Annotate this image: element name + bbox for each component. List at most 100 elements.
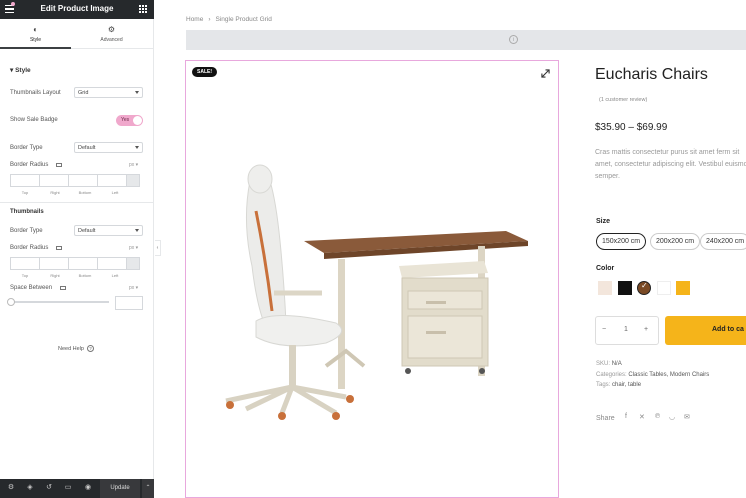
space-between-unit[interactable]: px ▾ [129,285,138,291]
settings-icon[interactable]: ⚙ [7,484,15,492]
size-label: Size [596,218,611,225]
checkmark-icon: ✓ [641,281,648,290]
dim-label-top: Top [21,190,29,195]
show-sale-badge-toggle[interactable]: Yes [116,115,143,126]
panel-header: Edit Product Image [0,0,154,19]
dim-label-bottom: Bottom [78,190,92,195]
dim-label-right: Right [50,273,60,278]
categories-value[interactable]: Classic Tables, Modern Chairs [628,372,709,378]
layers-icon[interactable]: ◈ [26,484,34,492]
update-button[interactable]: Update [100,479,140,498]
border-radius-unit[interactable]: px ▾ [129,162,138,168]
collapse-panel-toggle[interactable]: ‹ [155,240,161,256]
tags-meta: Tags: chair, table [596,382,641,388]
tab-advanced-label: Advanced [100,37,123,43]
link-values-icon[interactable] [126,257,140,270]
question-icon: ? [87,345,94,352]
dim-label-right: Right [50,190,60,195]
x-twitter-icon[interactable]: ✕ [639,413,645,421]
tags-label: Tags: [596,382,611,388]
quantity-stepper[interactable]: − 1 + [595,316,659,345]
tab-advanced[interactable]: ⚙ Advanced [76,19,147,49]
thumbnails-layout-select[interactable]: Grid [74,87,143,98]
link-values-icon[interactable] [126,174,140,187]
breadcrumb-home[interactable]: Home [186,16,203,23]
preview-eye-icon[interactable]: ◉ [84,484,92,492]
review-link[interactable]: (1 customer review) [599,97,647,103]
dim-label-top: Top [21,273,29,278]
color-swatch-cream[interactable] [598,281,612,295]
minus-icon[interactable]: − [602,326,606,333]
tab-style-label: Style [29,37,42,43]
responsive-monitor-icon[interactable] [56,246,62,250]
product-description: Cras mattis consectetur purus sit amet f… [595,149,746,180]
thumb-radius-left-input[interactable] [97,257,127,270]
thumb-border-radius-inputs [10,257,143,270]
toggle-value: Yes [121,117,130,123]
responsive-monitor-icon[interactable] [56,163,62,167]
color-swatch-brown-selected[interactable]: ✓ [637,281,651,295]
need-help-link[interactable]: Need Help? [58,345,94,352]
border-type-label: Border Type [10,145,43,151]
space-between-slider[interactable] [7,298,109,306]
thumbnails-layout-label: Thumbnails Layout [10,90,61,96]
product-title: Eucharis Chairs [595,66,708,83]
slider-handle[interactable] [7,298,15,306]
color-swatch-yellow[interactable] [676,281,690,295]
responsive-monitor-icon[interactable] [60,286,66,290]
add-to-cart-button[interactable]: Add to ca [665,316,746,345]
need-help-label: Need Help [58,346,84,352]
sku-value: N/A [611,361,622,367]
size-option-240x200[interactable]: 240x200 cm [700,233,746,250]
border-radius-label: Border Radius [10,162,49,168]
thumb-border-type-select[interactable]: Default [74,225,143,236]
half-circle-icon: ◐ [33,25,38,34]
dim-label-left: Left [111,273,119,278]
chevron-right-icon: › [208,16,211,23]
border-radius-left-input[interactable] [97,174,127,187]
plus-icon[interactable]: + [644,326,648,333]
thumb-border-radius-unit[interactable]: px ▾ [129,245,138,251]
sku-label: SKU: [596,361,611,367]
tags-value[interactable]: chair, table [612,382,641,388]
show-sale-badge-label: Show Sale Badge [10,117,58,123]
thumb-radius-top-input[interactable] [10,257,40,270]
gear-icon: ⚙ [107,25,116,34]
quantity-value[interactable]: 1 [624,326,628,333]
thumb-radius-bottom-input[interactable] [68,257,98,270]
color-swatch-black[interactable] [618,281,632,295]
border-type-select[interactable]: Default [74,142,143,153]
share-label: Share [596,415,615,422]
email-icon[interactable]: ✉ [684,413,690,421]
product-price: $35.90 – $69.99 [595,122,668,133]
empty-widget-placeholder[interactable]: i [186,30,746,50]
product-image [225,164,528,420]
widgets-grid-icon[interactable] [139,5,147,13]
divider [0,202,154,203]
border-radius-right-input[interactable] [39,174,69,187]
panel-tabs: ◐ Style ⚙ Advanced [0,19,154,49]
border-radius-top-input[interactable] [10,174,40,187]
section-style-toggle[interactable]: ▾ Style [10,66,31,74]
breadcrumb-current: Single Product Grid [215,16,272,23]
product-gallery[interactable]: SALE! [185,60,559,498]
panel-title: Edit Product Image [40,4,114,13]
update-options-chevron-icon[interactable]: ⌃ [141,479,154,498]
size-option-150x200[interactable]: 150x200 cm [596,233,647,250]
responsive-icon[interactable]: ▭ [64,484,72,492]
border-radius-inputs [10,174,143,187]
history-icon[interactable]: ↺ [45,484,53,492]
pinterest-icon[interactable]: ℗ [655,413,660,420]
editor-panel: Edit Product Image ◐ Style ⚙ Advanced ▾ … [0,0,154,498]
facebook-icon[interactable]: f [625,413,627,420]
categories-label: Categories: [596,372,627,378]
tab-style[interactable]: ◐ Style [0,19,71,49]
color-swatch-white[interactable] [657,281,671,295]
thumb-radius-right-input[interactable] [39,257,69,270]
size-option-200x200[interactable]: 200x200 cm [650,233,701,250]
space-between-label: Space Between [10,285,53,291]
space-between-input[interactable] [115,296,143,310]
pocket-icon[interactable]: ◡ [669,413,675,421]
border-radius-bottom-input[interactable] [68,174,98,187]
breadcrumb: Home › Single Product Grid [186,16,272,23]
